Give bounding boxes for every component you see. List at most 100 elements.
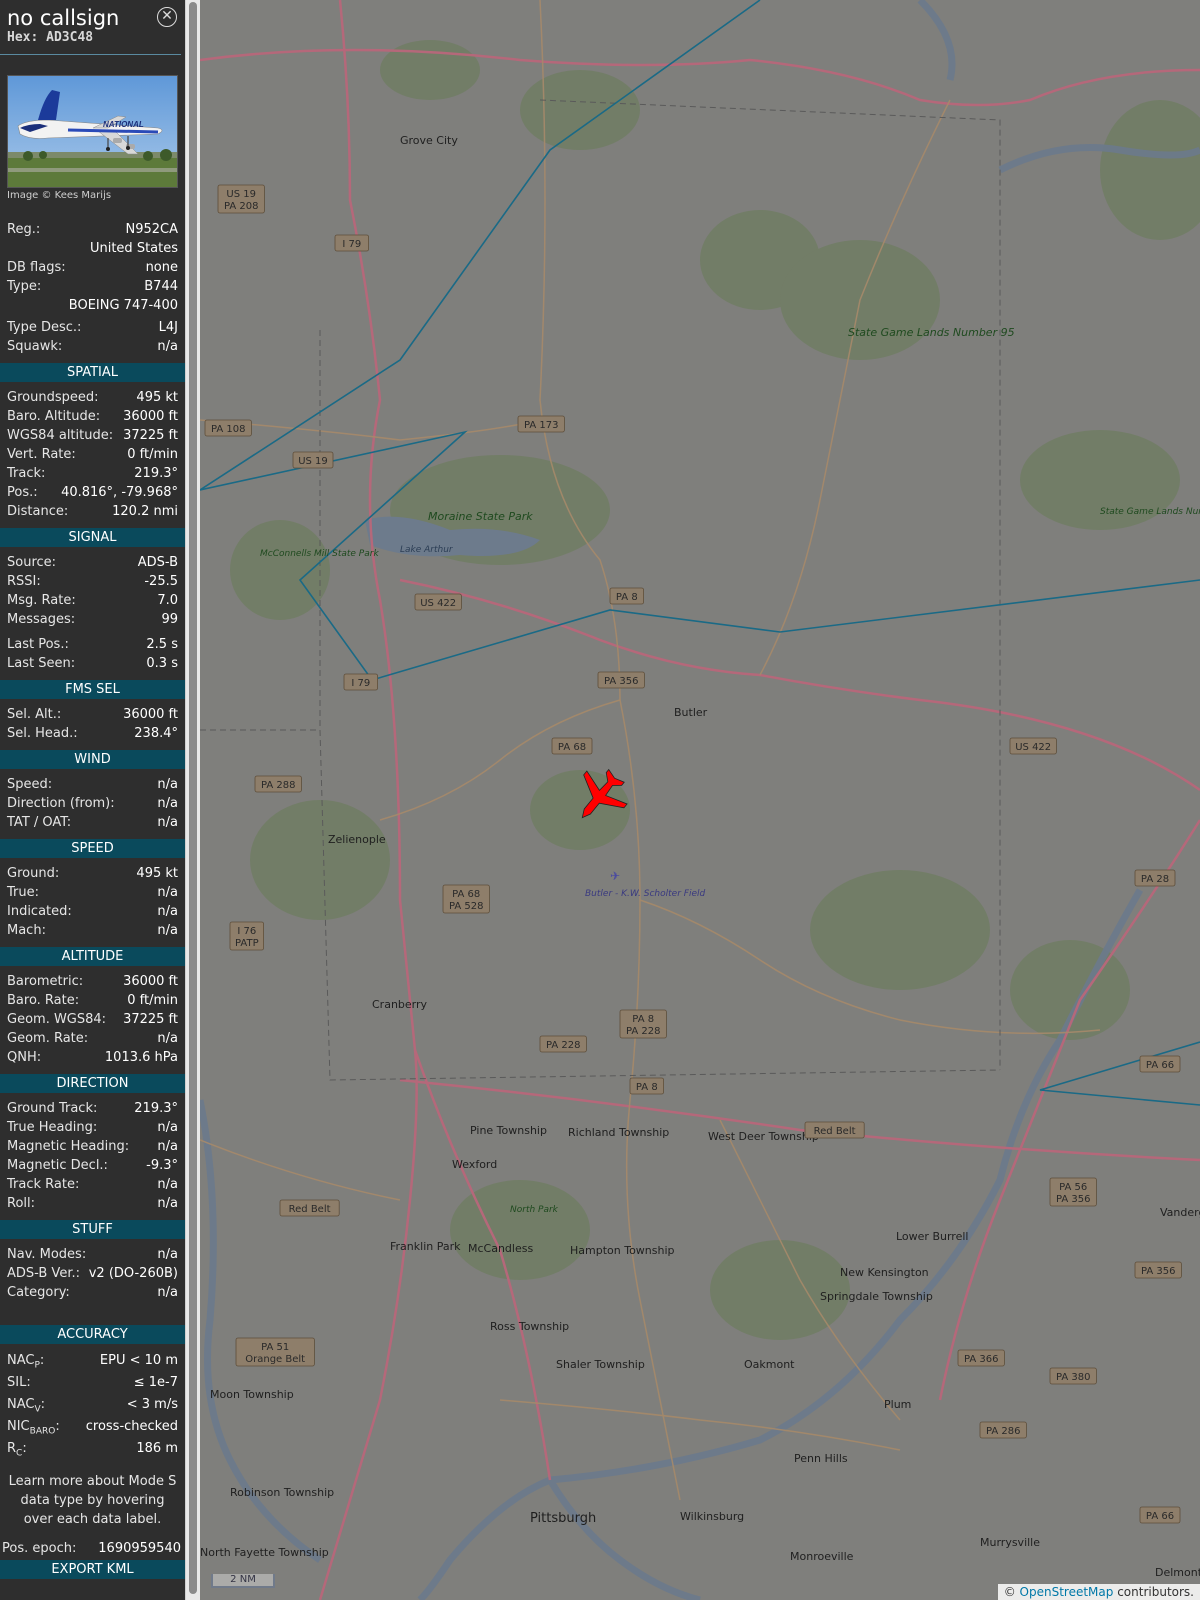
road-shield-label: PA 286 bbox=[986, 1426, 1021, 1437]
row-value: n/a bbox=[157, 1177, 178, 1192]
sidebar-scrollbar[interactable] bbox=[185, 0, 200, 1600]
row-nic-baro: NICBARO: cross-checked bbox=[0, 1416, 185, 1438]
road-shield-label: US 422 bbox=[1015, 742, 1051, 753]
row-label: NACP: bbox=[7, 1353, 45, 1371]
park-label: McConnells Mill State Park bbox=[260, 549, 379, 559]
row-value: n/a bbox=[157, 1031, 178, 1046]
row-value: 7.0 bbox=[157, 593, 178, 608]
row-value: 495 kt bbox=[136, 390, 178, 405]
row-rc: RC: 186 m bbox=[0, 1438, 185, 1460]
row-true-heading: True Heading: n/a bbox=[0, 1118, 185, 1137]
road-shield: PA 356 bbox=[597, 671, 645, 689]
row-wind-direction: Direction (from): n/a bbox=[0, 794, 185, 813]
row-value: n/a bbox=[157, 1139, 178, 1154]
row-baro-altitude: Baro. Altitude: 36000 ft bbox=[0, 407, 185, 426]
close-icon[interactable]: ✕ bbox=[157, 7, 177, 27]
road-shield-label: Red Belt bbox=[289, 1204, 331, 1215]
row-true-speed: True: n/a bbox=[0, 883, 185, 902]
airport-label: Butler - K.W. Scholter Field bbox=[585, 889, 705, 899]
place-label: Wilkinsburg bbox=[680, 1510, 744, 1523]
row-label: Magnetic Decl.: bbox=[7, 1158, 108, 1173]
road-shield-label: PATP bbox=[235, 938, 259, 949]
place-label: Grove City bbox=[400, 134, 458, 147]
road-shield: Red Belt bbox=[279, 1199, 340, 1217]
row-label: Direction (from): bbox=[7, 796, 115, 811]
row-value: ADS-B bbox=[137, 555, 178, 570]
section-fms-sel: FMS SEL bbox=[0, 680, 185, 699]
road-shield-label: PA 68 bbox=[558, 742, 586, 753]
row-last-pos: Last Pos.: 2.5 s bbox=[0, 635, 185, 654]
row-magnetic-heading: Magnetic Heading: n/a bbox=[0, 1137, 185, 1156]
row-track-rate: Track Rate: n/a bbox=[0, 1175, 185, 1194]
info-value: BOEING 747-400 bbox=[68, 298, 178, 313]
row-value: 99 bbox=[161, 612, 178, 627]
row-value: -25.5 bbox=[144, 574, 178, 589]
info-label: Squawk: bbox=[7, 339, 63, 354]
row-label: TAT / OAT: bbox=[7, 815, 72, 830]
road-shield-label: I 76 bbox=[237, 926, 256, 937]
openstreetmap-link[interactable]: OpenStreetMap bbox=[1020, 1585, 1114, 1599]
row-value: ≤ 1e-7 bbox=[133, 1375, 178, 1390]
row-wgs84-altitude: WGS84 altitude: 37225 ft bbox=[0, 426, 185, 445]
road-shield: PA 68PA 528 bbox=[442, 884, 490, 914]
section-accuracy: ACCURACY bbox=[0, 1325, 185, 1344]
row-label: Category: bbox=[7, 1285, 70, 1300]
row-label: Ground: bbox=[7, 866, 60, 881]
road-shield: US 19 bbox=[292, 451, 334, 469]
row-label: Mach: bbox=[7, 923, 46, 938]
road-shield-label: PA 66 bbox=[1146, 1060, 1174, 1071]
aircraft-photo[interactable]: NATIONAL bbox=[7, 75, 178, 188]
place-label: Pine Township bbox=[470, 1124, 547, 1137]
place-label: New Kensington bbox=[840, 1266, 929, 1279]
road-shield-label: PA 528 bbox=[449, 901, 484, 912]
road-shield-label: PA 56 bbox=[1059, 1182, 1087, 1193]
row-wind-speed: Speed: n/a bbox=[0, 775, 185, 794]
info-value: L4J bbox=[158, 320, 178, 335]
row-value: 186 m bbox=[136, 1441, 178, 1456]
place-label: Shaler Township bbox=[556, 1358, 645, 1371]
map-view[interactable]: Grove City Butler Zelienople Cranberry P… bbox=[196, 0, 1200, 1600]
section-direction: DIRECTION bbox=[0, 1074, 185, 1093]
scrollbar-thumb[interactable] bbox=[189, 2, 197, 1594]
row-value: n/a bbox=[157, 904, 178, 919]
row-groundspeed: Groundspeed: 495 kt bbox=[0, 388, 185, 407]
row-nav-modes: Nav. Modes: n/a bbox=[0, 1245, 185, 1264]
road-shield: PA 51Orange Belt bbox=[235, 1337, 315, 1367]
info-row-squawk: Squawk: n/a bbox=[0, 337, 185, 356]
section-stuff: STUFF bbox=[0, 1220, 185, 1239]
road-shield: PA 173 bbox=[517, 415, 565, 433]
row-label: Msg. Rate: bbox=[7, 593, 76, 608]
row-value: n/a bbox=[157, 1120, 178, 1135]
row-indicated-speed: Indicated: n/a bbox=[0, 902, 185, 921]
row-adsb-version: ADS-B Ver.: v2 (DO-260B) bbox=[0, 1264, 185, 1283]
row-label: Sel. Alt.: bbox=[7, 707, 62, 722]
place-label: Springdale Township bbox=[820, 1290, 933, 1303]
info-row-type-name: BOEING 747-400 bbox=[0, 296, 185, 315]
road-shield-label: PA 8 bbox=[636, 1082, 658, 1093]
row-value: 37225 ft bbox=[123, 1012, 178, 1027]
row-label: RSSI: bbox=[7, 574, 41, 589]
row-value: 120.2 nmi bbox=[112, 504, 178, 519]
row-sel-head: Sel. Head.: 238.4° bbox=[0, 724, 185, 743]
row-label: Messages: bbox=[7, 612, 76, 627]
road-shield: US 19PA 208 bbox=[217, 184, 265, 214]
place-label: Lower Burrell bbox=[896, 1230, 968, 1243]
road-shield-label: PA 28 bbox=[1141, 874, 1169, 885]
row-value: -9.3° bbox=[146, 1158, 178, 1173]
export-kml-button[interactable]: EXPORT KML bbox=[0, 1560, 185, 1579]
road-shield: PA 56PA 356 bbox=[1049, 1177, 1097, 1207]
map-canvas[interactable]: Grove City Butler Zelienople Cranberry P… bbox=[196, 0, 1200, 1600]
road-shield-label: PA 366 bbox=[964, 1354, 999, 1365]
row-label: Pos. epoch: bbox=[2, 1541, 77, 1556]
road-shield: PA 288 bbox=[254, 775, 302, 793]
hex-code: Hex: AD3C48 bbox=[7, 30, 94, 45]
row-value: 40.816°, -79.968° bbox=[61, 485, 178, 500]
row-label: True Heading: bbox=[7, 1120, 98, 1135]
row-value: n/a bbox=[157, 923, 178, 938]
row-value: EPU < 10 m bbox=[99, 1353, 178, 1368]
info-value: N952CA bbox=[125, 222, 178, 237]
road-shield-label: PA 51 bbox=[261, 1342, 289, 1353]
road-shield-label: PA 228 bbox=[546, 1040, 581, 1051]
row-value: 36000 ft bbox=[123, 409, 178, 424]
info-row-reg: Reg.: N952CA bbox=[0, 220, 185, 239]
